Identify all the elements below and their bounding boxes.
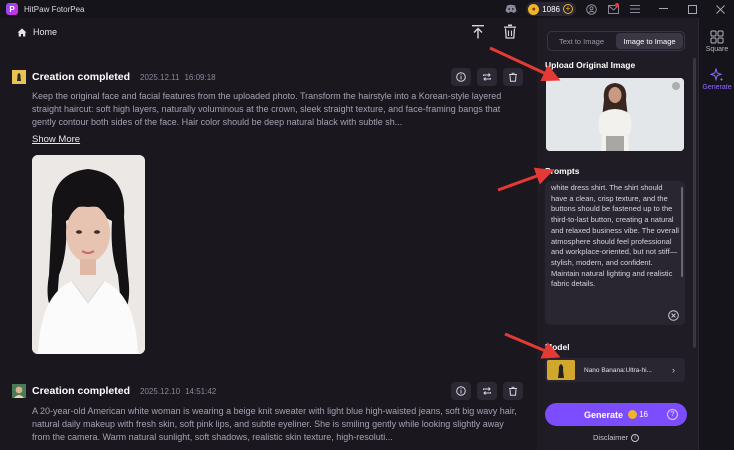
home-link[interactable]: Home (17, 27, 57, 37)
regenerate-button[interactable] (477, 68, 497, 86)
prompt-textarea[interactable]: white dress shirt. The shirt should have… (545, 181, 685, 325)
card-title: Creation completed (32, 385, 131, 397)
side-rail: Square Generate (698, 18, 734, 450)
discord-icon[interactable] (504, 2, 518, 16)
generation-panel: Text to Image Image to Image Upload Orig… (537, 18, 698, 450)
sparkle-icon (710, 68, 724, 82)
info-button[interactable] (451, 382, 471, 400)
rail-item-generate[interactable]: Generate (699, 68, 734, 91)
delete-button[interactable] (503, 382, 523, 400)
card-title: Creation completed (32, 71, 131, 83)
home-icon (17, 28, 27, 36)
repeat-icon (483, 73, 491, 81)
close-button[interactable] (706, 0, 734, 18)
mode-switch: Text to Image Image to Image (547, 31, 685, 51)
info-icon (456, 72, 466, 82)
disclaimer-link[interactable]: Disclaimer i (593, 433, 640, 442)
show-more-link[interactable]: Show More (32, 134, 80, 145)
model-selector[interactable]: Nano Banana:Ultra-hi... › (545, 358, 685, 382)
credits-badge[interactable]: ● 1086 + (526, 2, 576, 16)
remove-image-icon[interactable] (672, 82, 680, 90)
tab-image-to-image[interactable]: Image to Image (616, 33, 683, 49)
export-button[interactable] (471, 24, 487, 40)
trash-icon (504, 24, 516, 39)
rail-label: Generate (702, 84, 732, 91)
generate-button[interactable]: Generate 16 ? (545, 403, 687, 426)
prompts-label: Prompts (545, 166, 580, 176)
upload-icon (472, 25, 484, 39)
disclaimer-label: Disclaimer (593, 433, 629, 442)
history-feed: Home Creation completed 2025.12.11 16:09… (0, 18, 537, 450)
coin-icon (628, 410, 638, 419)
model-thumbnail (547, 360, 575, 380)
app-logo-letter: P (9, 4, 15, 14)
model-label: Model (545, 342, 570, 352)
app-logo: P (6, 3, 18, 15)
card-date: 2025.12.10 (140, 386, 181, 396)
repeat-icon (483, 387, 491, 395)
rail-item-square[interactable]: Square (699, 30, 734, 53)
card-prompt-text: A 20-year-old American white woman is we… (32, 406, 517, 442)
chevron-right-icon: › (672, 365, 675, 375)
trash-icon (509, 72, 517, 82)
home-label: Home (33, 27, 58, 37)
card-prompt-text: Keep the original face and facial featur… (32, 91, 502, 127)
card-time: 16:09:18 (184, 72, 216, 82)
home-bar: Home (0, 18, 537, 48)
prompt-text: white dress shirt. The shirt should have… (551, 183, 679, 289)
minimize-button[interactable] (650, 0, 678, 18)
maximize-icon (687, 4, 697, 14)
account-icon[interactable] (584, 2, 598, 16)
mail-icon[interactable] (606, 2, 620, 16)
upload-label: Upload Original Image (545, 60, 636, 70)
credits-count: 1086 (542, 4, 560, 14)
info-icon (456, 386, 466, 396)
card-thumbnail (12, 70, 26, 84)
upload-image-area[interactable] (546, 78, 684, 151)
tab-text-to-image[interactable]: Text to Image (548, 32, 615, 50)
clear-history-button[interactable] (503, 24, 519, 40)
generate-label: Generate (584, 409, 624, 420)
generate-cost: 16 (639, 410, 648, 419)
app-title: HitPaw FotorPea (24, 4, 85, 14)
delete-button[interactable] (503, 68, 523, 86)
model-name: Nano Banana:Ultra-hi... (584, 366, 652, 374)
prompt-scrollbar[interactable] (681, 187, 683, 277)
trash-icon (509, 386, 517, 396)
card-date: 2025.12.11 (140, 72, 180, 82)
clear-prompt-icon[interactable] (668, 308, 679, 321)
notification-dot-icon (615, 3, 619, 7)
result-image[interactable] (32, 155, 145, 354)
panel-scrollbar[interactable] (693, 58, 696, 348)
info-button[interactable] (451, 68, 471, 86)
title-bar: P HitPaw FotorPea ● 1086 + (0, 0, 734, 18)
menu-icon[interactable] (628, 2, 642, 16)
coin-icon: ● (528, 3, 540, 15)
square-grid-icon (710, 30, 724, 44)
regenerate-button[interactable] (477, 382, 497, 400)
close-icon (715, 4, 725, 14)
info-icon: i (631, 433, 640, 442)
add-credits-icon[interactable]: + (563, 4, 573, 14)
card-thumbnail (12, 384, 26, 398)
card-time: 14:51:42 (185, 386, 217, 396)
help-icon[interactable]: ? (667, 409, 678, 420)
maximize-button[interactable] (678, 0, 706, 18)
rail-label: Square (705, 46, 729, 53)
minimize-icon (659, 8, 668, 9)
